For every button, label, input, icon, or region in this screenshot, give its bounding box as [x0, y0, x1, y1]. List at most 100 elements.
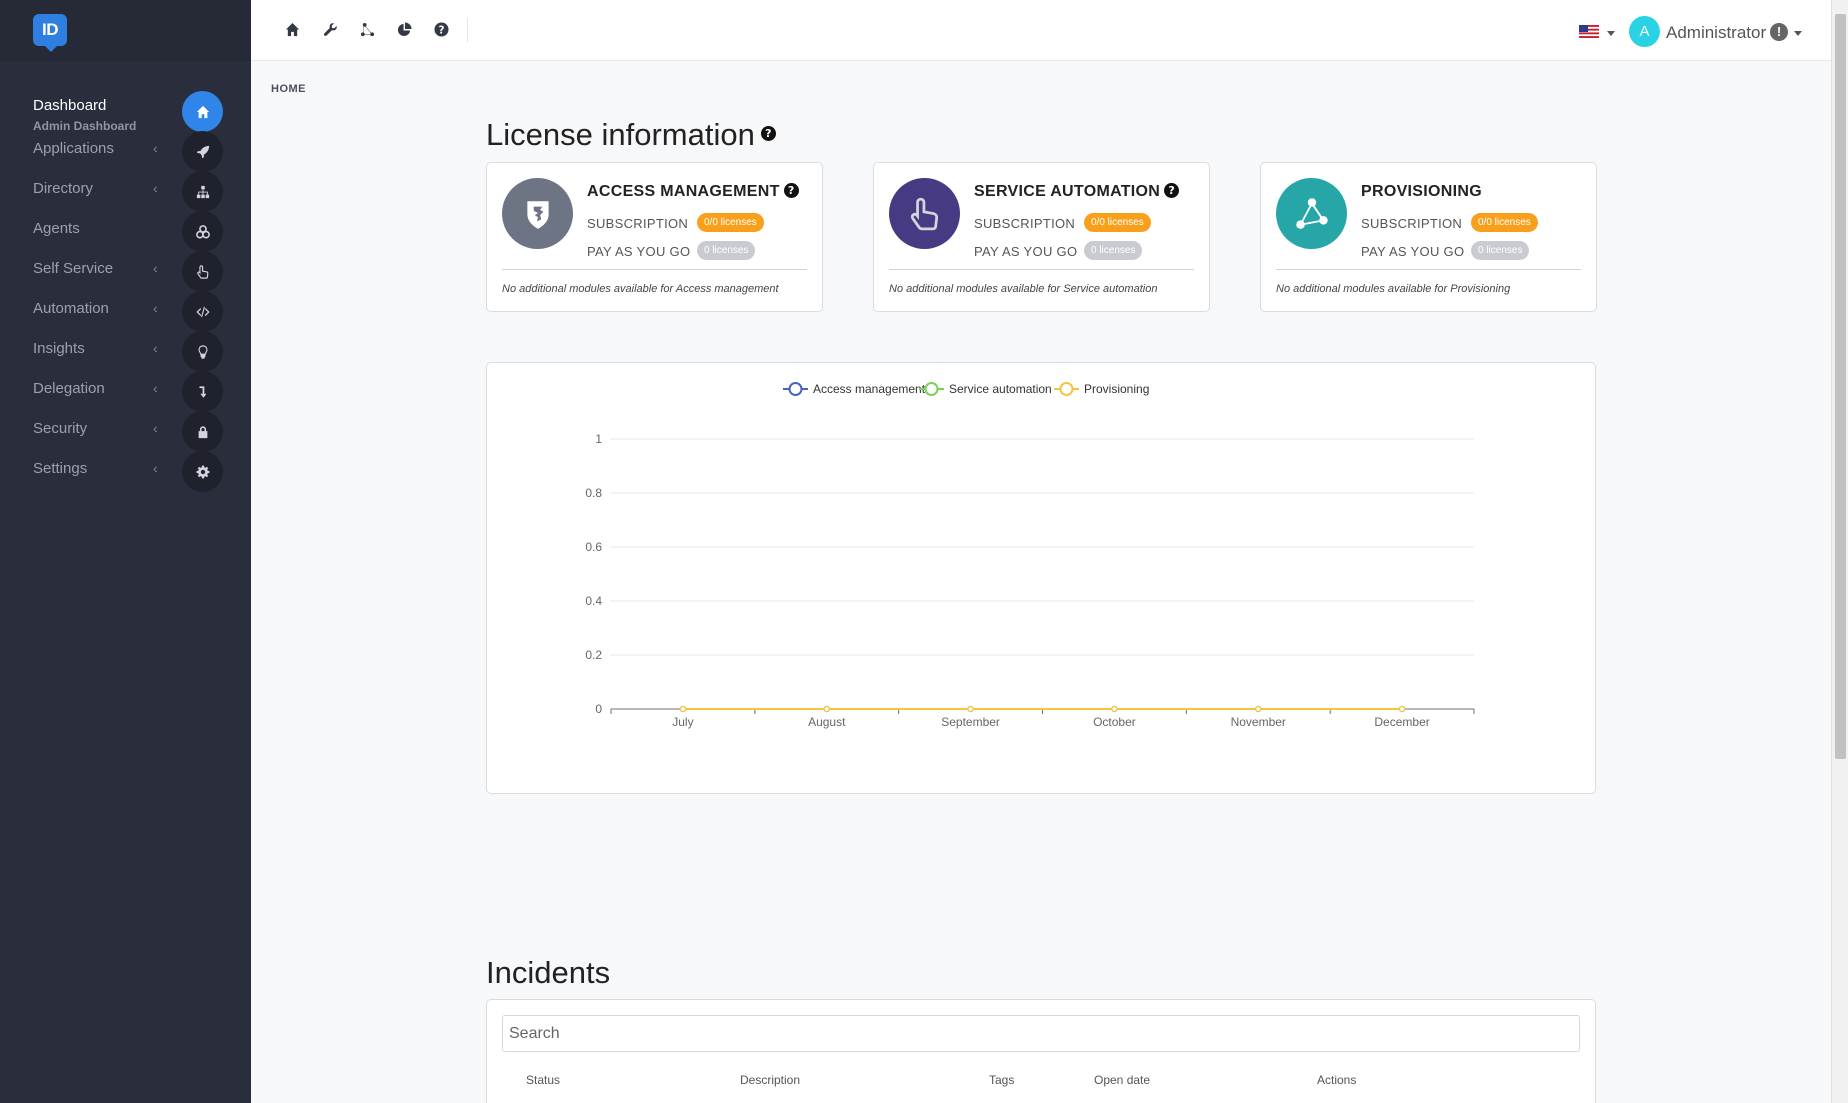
data-point [679, 705, 687, 713]
chart-canvas: 0 0.2 0.4 0.6 0.8 1 July August September October… [585, 382, 1475, 729]
column-header-description[interactable]: Description [740, 1073, 800, 1087]
toolbar-divider [467, 18, 468, 42]
data-point [823, 705, 830, 713]
legend-label: Access management [813, 382, 926, 396]
chevron-left-icon: ‹ [153, 460, 158, 476]
license-usage-chart: 0 0.2 0.4 0.6 0.8 1 July August September October… [486, 362, 1596, 794]
chevron-left-icon: ‹ [153, 300, 158, 316]
license-title-text: License information [486, 117, 755, 152]
pay-as-you-go-label: PAY AS YOU GO [974, 244, 1078, 259]
legend-marker [788, 382, 803, 396]
data-point [1255, 705, 1262, 713]
help-icon[interactable]: ? [783, 183, 799, 199]
avatar[interactable]: A [1629, 16, 1660, 47]
share-nodes-icon [1276, 178, 1347, 249]
chevron-left-icon: ‹ [153, 260, 158, 276]
column-header-open-date[interactable]: Open date [1094, 1073, 1150, 1087]
x-tick-label: December [1374, 715, 1429, 729]
pay-as-you-go-badge: 0 licenses [1471, 241, 1530, 260]
chevron-left-icon: ‹ [153, 420, 158, 436]
y-tick-label: 0 [595, 702, 602, 716]
x-tick-label: November [1231, 715, 1286, 729]
sidebar-item-settings[interactable]: Settings ‹ [0, 435, 251, 492]
card-title-text: PROVISIONING [1361, 183, 1482, 200]
card-title-text: SERVICE AUTOMATION [974, 183, 1161, 200]
subscription-badge: 0/0 licenses [697, 213, 764, 232]
card-note: No additional modules available for Acce… [502, 283, 779, 295]
card-divider [889, 269, 1194, 270]
x-tick-label: October [1093, 715, 1136, 729]
chevron-left-icon: ‹ [153, 380, 158, 396]
legend-label: Provisioning [1084, 382, 1149, 396]
data-point [1111, 705, 1118, 713]
pay-as-you-go-label: PAY AS YOU GO [587, 244, 691, 259]
license-card-title: SERVICE AUTOMATION? [974, 183, 1180, 201]
search-input[interactable] [502, 1015, 1580, 1052]
incidents-panel: Status Description Tags Open date Action… [486, 999, 1596, 1103]
sidebar-item-label: Settings [33, 460, 88, 477]
y-tick-label: 0.6 [585, 540, 602, 554]
license-card-title: PROVISIONING [1361, 183, 1482, 201]
legend-item-access-management[interactable]: Access management [783, 382, 926, 396]
x-tick-label: August [808, 715, 846, 729]
incidents-title: Incidents [486, 955, 611, 990]
chevron-left-icon: ‹ [153, 340, 158, 356]
y-tick-label: 1 [595, 432, 602, 446]
language-dropdown-caret[interactable] [1607, 31, 1615, 36]
card-divider [1276, 269, 1581, 270]
home-icon[interactable] [283, 20, 301, 38]
legend-item-service-automation[interactable]: Service automation [919, 382, 1052, 396]
subscription-badge: 0/0 licenses [1471, 213, 1538, 232]
wrench-icon[interactable] [321, 20, 339, 38]
license-card-provisioning: PROVISIONING SUBSCRIPTION 0/0 licenses PAY … [1260, 162, 1597, 312]
y-tick-label: 0.4 [585, 594, 602, 608]
license-card-access-management: ACCESS MANAGEMENT? SUBSCRIPTION 0/0 licens… [486, 162, 823, 312]
gear-icon [182, 451, 223, 492]
chevron-left-icon: ‹ [153, 140, 158, 156]
sidebar-item-label: Dashboard [33, 97, 107, 114]
pay-as-you-go-badge: 0 licenses [697, 241, 756, 260]
page-scrollbar[interactable] [1831, 0, 1848, 1103]
warning-icon[interactable]: ! [1770, 23, 1788, 41]
legend-label: Service automation [949, 382, 1052, 396]
help-icon[interactable]: ? [1164, 183, 1180, 199]
logo-text: ID [33, 14, 67, 46]
license-section-title: License information? [486, 117, 776, 153]
us-flag-icon[interactable] [1579, 25, 1599, 38]
pay-as-you-go-label: PAY AS YOU GO [1361, 244, 1465, 259]
help-icon[interactable]: ? [760, 126, 776, 142]
chevron-left-icon: ‹ [153, 180, 158, 196]
scrollbar-thumb[interactable] [1835, 14, 1846, 759]
subscription-label: SUBSCRIPTION [587, 216, 689, 231]
x-tick-label: July [672, 715, 693, 729]
subscription-label: SUBSCRIPTION [1361, 216, 1463, 231]
shield-icon [502, 178, 573, 249]
column-header-actions[interactable]: Actions [1317, 1073, 1356, 1087]
x-tick-label: September [941, 715, 1000, 729]
data-point [967, 705, 974, 713]
breadcrumb[interactable]: HOME [271, 83, 306, 95]
card-note: No additional modules available for Prov… [1276, 283, 1511, 295]
license-card-title: ACCESS MANAGEMENT? [587, 183, 799, 201]
hand-pointer-icon [889, 178, 960, 249]
legend-item-provisioning[interactable]: Provisioning [1054, 382, 1149, 396]
share-nodes-icon[interactable] [358, 20, 376, 38]
card-divider [502, 269, 807, 270]
pie-chart-icon[interactable] [395, 20, 413, 38]
app-logo[interactable]: ID [33, 14, 67, 52]
legend-marker [1059, 382, 1074, 396]
column-header-status[interactable]: Status [526, 1073, 560, 1087]
legend-marker [924, 382, 939, 396]
card-note: No additional modules available for Serv… [889, 283, 1158, 295]
user-dropdown-caret[interactable] [1794, 31, 1802, 36]
data-point [1398, 705, 1406, 713]
pay-as-you-go-badge: 0 licenses [1084, 241, 1143, 260]
svg-text:?: ? [438, 24, 444, 36]
logo-tail [43, 44, 59, 52]
column-header-tags[interactable]: Tags [989, 1073, 1014, 1087]
subscription-badge: 0/0 licenses [1084, 213, 1151, 232]
license-card-service-automation: SERVICE AUTOMATION? SUBSCRIPTION 0/0 licen… [873, 162, 1210, 312]
user-name[interactable]: Administrator [1666, 23, 1766, 43]
subscription-label: SUBSCRIPTION [974, 216, 1076, 231]
help-icon[interactable]: ? [432, 20, 450, 38]
